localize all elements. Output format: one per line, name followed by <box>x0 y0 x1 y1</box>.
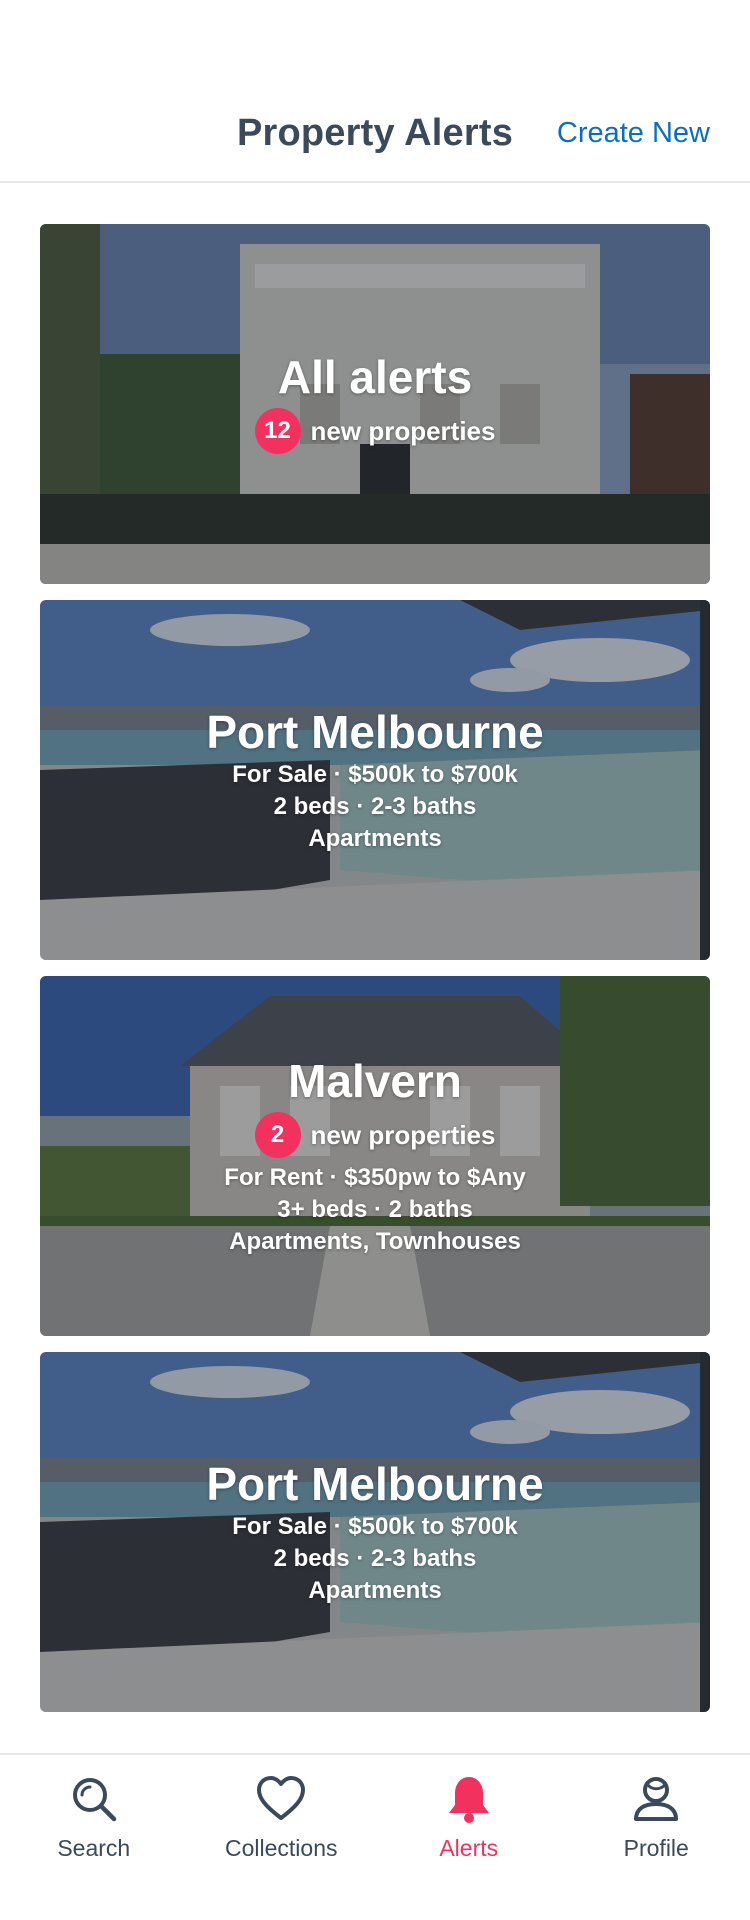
alert-card-malvern[interactable]: Malvern 2 new properties For Rent · $350… <box>40 976 710 1336</box>
alert-card-port-melbourne[interactable]: Port Melbourne For Sale · $500k to $700k… <box>40 600 710 960</box>
card-content: All alerts 12 new properties <box>40 224 710 584</box>
bell-icon <box>448 1777 489 1823</box>
alerts-list: All alerts 12 new properties Port Melbou… <box>40 224 710 1728</box>
search-icon <box>72 1778 116 1822</box>
tab-alerts[interactable]: Alerts <box>375 1755 563 1920</box>
new-properties-label: new properties <box>310 415 496 446</box>
alert-criteria-type: Apartments <box>308 825 442 852</box>
card-content: Port Melbourne For Sale · $500k to $700k… <box>40 600 710 960</box>
property-alerts-screen: Property Alerts Create New All alerts 12… <box>0 0 750 1920</box>
alert-name: Port Melbourne <box>206 706 544 758</box>
alert-name: All alerts <box>277 351 473 403</box>
profile-icon <box>634 1777 679 1821</box>
new-properties-row: 2 new properties <box>254 1112 496 1158</box>
bottom-tab-bar: Search Collections Alerts Profile <box>0 1753 750 1920</box>
card-content: Port Melbourne For Sale · $500k to $700k… <box>40 1352 710 1712</box>
alert-criteria-type: Apartments <box>308 1577 442 1604</box>
alert-criteria-rooms: 2 beds · 2-3 baths <box>273 1545 477 1572</box>
new-count-badge: 2 <box>254 1112 301 1158</box>
new-count-badge: 12 <box>254 408 301 454</box>
heart-icon <box>257 1776 306 1820</box>
alert-criteria-rooms: 3+ beds · 2 baths <box>277 1196 473 1223</box>
tab-label: Alerts <box>439 1835 499 1861</box>
alert-criteria-price: For Sale · $500k to $700k <box>232 761 518 788</box>
new-properties-row: 12 new properties <box>254 408 496 454</box>
create-new-button[interactable]: Create New <box>557 117 710 150</box>
tab-label: Profile <box>623 1835 689 1861</box>
alert-card-port-melbourne-2[interactable]: Port Melbourne For Sale · $500k to $700k… <box>40 1352 710 1712</box>
tab-search[interactable]: Search <box>0 1755 188 1920</box>
alert-name: Malvern <box>288 1055 462 1107</box>
tab-label: Search <box>57 1835 131 1861</box>
tab-label: Collections <box>225 1835 338 1861</box>
alert-criteria-type: Apartments, Townhouses <box>229 1228 521 1255</box>
alert-card-all[interactable]: All alerts 12 new properties <box>40 224 710 584</box>
alert-criteria-price: For Sale · $500k to $700k <box>232 1513 518 1540</box>
tab-collections[interactable]: Collections <box>188 1755 376 1920</box>
new-properties-label: new properties <box>310 1119 496 1150</box>
alert-name: Port Melbourne <box>206 1458 544 1510</box>
alert-criteria-price: For Rent · $350pw to $Any <box>224 1164 526 1191</box>
alert-criteria-rooms: 2 beds · 2-3 baths <box>273 793 477 820</box>
card-content: Malvern 2 new properties For Rent · $350… <box>40 976 710 1336</box>
tab-profile[interactable]: Profile <box>563 1755 750 1920</box>
header: Property Alerts Create New <box>0 0 750 183</box>
